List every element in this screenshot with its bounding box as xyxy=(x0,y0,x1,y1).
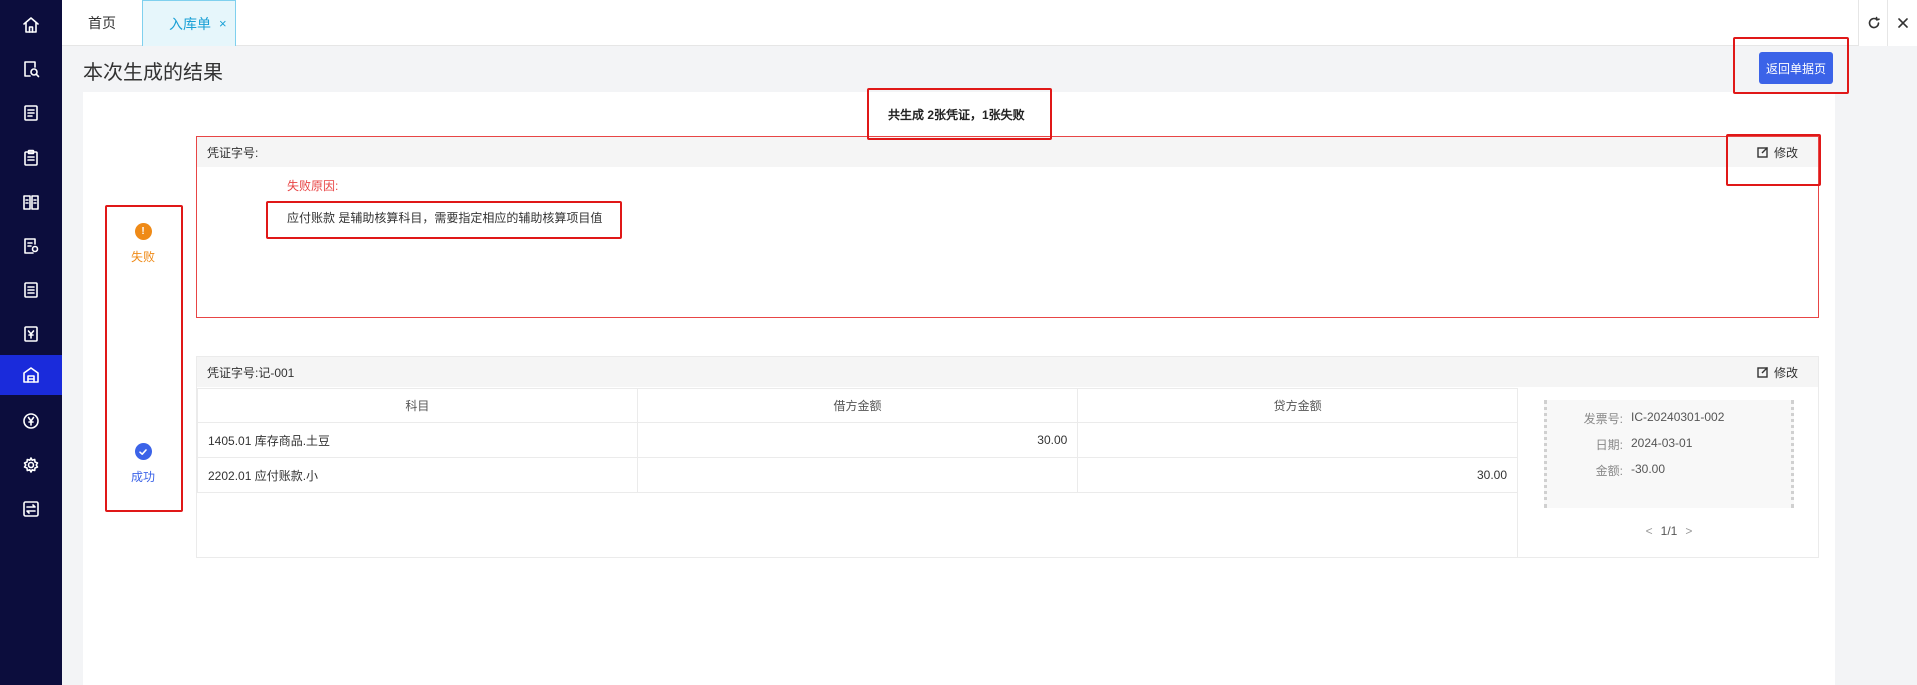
table-header-row: 科目 借方金额 贷方金额 xyxy=(197,388,1518,423)
invoice-panel: 发票号: IC-20240301-002 日期: 2024-03-01 金额: … xyxy=(1517,388,1819,558)
invoice-card: 发票号: IC-20240301-002 日期: 2024-03-01 金额: … xyxy=(1544,400,1794,508)
invoice-date-value: 2024-03-01 xyxy=(1631,436,1693,450)
column-account: 科目 xyxy=(197,388,638,423)
invoice-pager: <1/1 > xyxy=(1518,524,1820,538)
pager-next-button[interactable]: > xyxy=(1685,524,1692,538)
sidebar-item-home[interactable] xyxy=(0,5,62,45)
account-cell: 2202.01 应付账款.小 xyxy=(197,457,638,493)
success-voucher-header: 凭证字号:记-001 修改 xyxy=(197,357,1818,387)
sidebar-item-ledger[interactable] xyxy=(0,182,62,222)
edit-icon xyxy=(1757,147,1768,158)
yen-document-icon xyxy=(24,326,38,342)
table-row: 2202.01 应付账款.小 30.00 xyxy=(197,457,1518,493)
failed-voucher-header: 凭证字号: 修改 xyxy=(197,137,1818,167)
credit-cell: 30.00 xyxy=(1077,457,1518,493)
warehouse-icon xyxy=(23,367,39,383)
invoice-amount-row: 金额: -30.00 xyxy=(1547,462,1797,479)
tab-bar: 首页 入库单 × xyxy=(62,0,1917,46)
invoice-amount-label: 金额: xyxy=(1595,464,1623,478)
debit-cell: 30.00 xyxy=(636,422,1079,458)
check-icon xyxy=(134,443,152,460)
column-debit: 借方金额 xyxy=(636,388,1079,423)
fail-reason-title: 失败原因: xyxy=(287,179,339,193)
voucher-number-label: 凭证字号: xyxy=(207,145,259,160)
sidebar-item-yen-circle[interactable] xyxy=(0,401,62,441)
invoice-number-label: 发票号: xyxy=(1583,412,1623,426)
voucher-entries-table: 科目 借方金额 贷方金额 1405.01 库存商品.土豆 30.00 2202.… xyxy=(197,388,1518,493)
failed-voucher-card: 凭证字号: 修改 失败原因: 应付账款 是辅助核算科目，需要指定相应的辅助核算项… xyxy=(196,136,1819,318)
tab-home[interactable]: 首页 xyxy=(88,0,116,46)
sidebar-item-warehouse[interactable] xyxy=(0,355,62,395)
sidebar-item-document-settings[interactable] xyxy=(0,226,62,266)
edit-icon xyxy=(1757,367,1768,378)
invoice-date-label: 日期: xyxy=(1595,438,1623,452)
column-credit: 贷方金额 xyxy=(1077,388,1518,423)
edit-success-voucher-button[interactable]: 修改 xyxy=(1757,357,1798,387)
status-success-label: 成功 xyxy=(130,470,155,484)
status-fail-label: 失败 xyxy=(130,250,155,264)
edit-failed-voucher-button[interactable]: 修改 xyxy=(1757,137,1798,167)
tab-stock-in-label: 入库单 xyxy=(169,15,211,32)
close-page-button[interactable] xyxy=(1887,0,1917,46)
edit-label: 修改 xyxy=(1773,365,1798,380)
success-voucher-card: 凭证字号:记-001 修改 科目 借方金额 贷方金额 1405.01 库存商品.… xyxy=(196,356,1819,558)
sidebar-item-list-document[interactable] xyxy=(0,93,62,133)
sidebar xyxy=(0,0,62,685)
ledger-icon xyxy=(23,195,39,210)
page-title: 本次生成的结果 xyxy=(83,62,223,84)
invoice-number-row: 发票号: IC-20240301-002 xyxy=(1547,410,1797,427)
sidebar-item-yen-document[interactable] xyxy=(0,314,62,354)
fail-reason-text: 应付账款 是辅助核算科目，需要指定相应的辅助核算项目值 xyxy=(287,211,603,225)
sidebar-item-document-search[interactable] xyxy=(0,49,62,89)
close-icon xyxy=(1897,18,1908,28)
invoice-number-value: IC-20240301-002 xyxy=(1631,410,1725,424)
voucher-number-label: 凭证字号:记-001 xyxy=(207,365,295,380)
status-fail: ! 失败 xyxy=(113,223,173,265)
sidebar-item-settings[interactable] xyxy=(0,445,62,485)
document-settings-icon xyxy=(24,238,39,254)
debit-cell xyxy=(636,457,1079,493)
edit-label: 修改 xyxy=(1773,145,1798,160)
list-document-icon xyxy=(24,105,38,121)
account-cell: 1405.01 库存商品.土豆 xyxy=(197,422,638,458)
refresh-button[interactable] xyxy=(1858,0,1888,46)
tab-home-label: 首页 xyxy=(88,15,116,31)
back-to-documents-button[interactable]: 返回单据页 xyxy=(1759,52,1833,84)
sidebar-item-notes[interactable] xyxy=(0,270,62,310)
invoice-amount-value: -30.00 xyxy=(1631,462,1666,476)
clipboard-icon xyxy=(24,149,38,166)
pager-prev-button[interactable]: < xyxy=(1646,524,1653,538)
credit-cell xyxy=(1077,422,1518,458)
refresh-icon xyxy=(1868,16,1880,29)
invoice-date-row: 日期: 2024-03-01 xyxy=(1547,436,1797,453)
status-success: 成功 xyxy=(113,443,173,485)
yen-circle-icon xyxy=(23,413,39,429)
notes-icon xyxy=(24,282,38,298)
generation-summary: 共生成 2张凭证，1张失败 xyxy=(888,108,1025,122)
sidebar-item-transfer[interactable] xyxy=(0,489,62,529)
home-icon xyxy=(23,17,39,33)
close-icon[interactable]: × xyxy=(219,16,227,31)
tab-stock-in[interactable]: 入库单 × xyxy=(142,0,236,46)
document-search-icon xyxy=(24,61,40,78)
table-row: 1405.01 库存商品.土豆 30.00 xyxy=(197,422,1518,458)
sidebar-item-clipboard[interactable] xyxy=(0,138,62,178)
gear-icon xyxy=(23,457,39,473)
warning-icon: ! xyxy=(134,223,152,240)
pager-page-indicator: 1/1 xyxy=(1660,524,1678,538)
transfer-icon xyxy=(23,501,39,517)
